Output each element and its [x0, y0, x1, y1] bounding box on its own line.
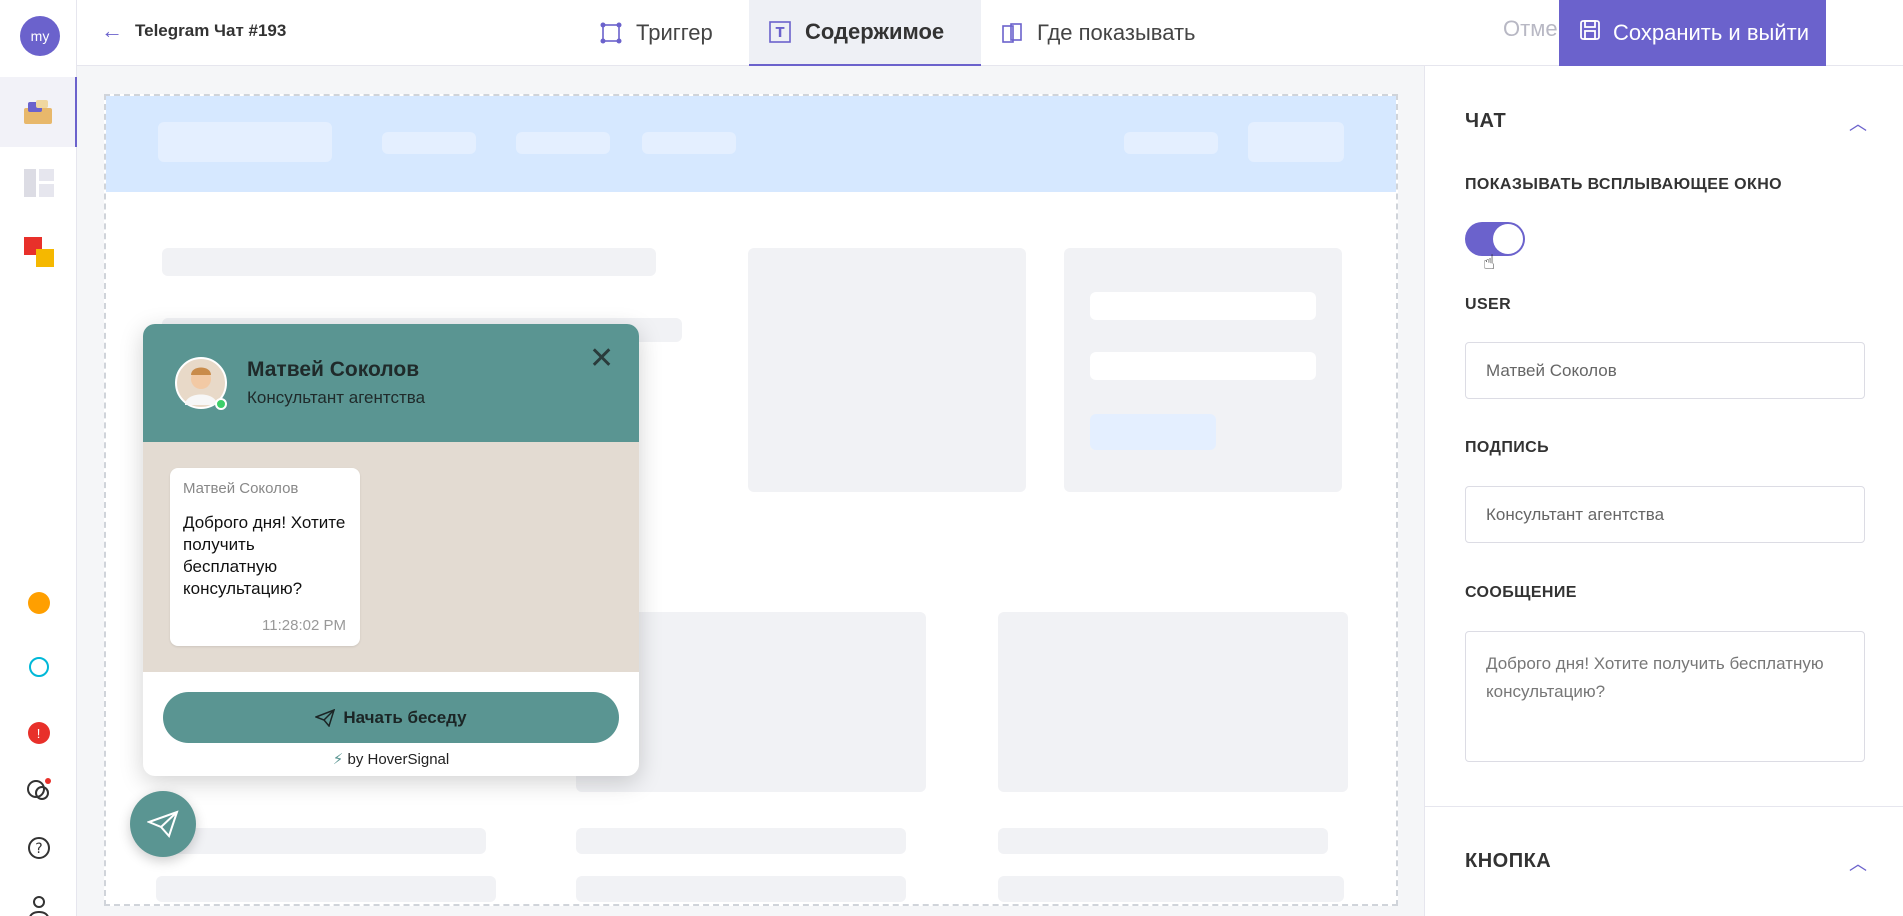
- status-dot-cyan-icon[interactable]: [0, 637, 77, 697]
- mock-card-field: [1090, 352, 1316, 380]
- mock-nav-item: [382, 132, 476, 154]
- mock-text-line: [998, 828, 1328, 854]
- save-icon: [1579, 19, 1601, 47]
- mock-text-line: [156, 876, 496, 902]
- chat-widget-body: Матвей Соколов Доброго дня! Хотите получ…: [143, 442, 639, 672]
- user-icon[interactable]: [0, 876, 77, 916]
- trigger-icon: [600, 22, 622, 44]
- mock-headline: [162, 248, 656, 276]
- mock-site-header: [106, 96, 1396, 192]
- user-label: USER: [1465, 296, 1512, 313]
- agent-name: Матвей Соколов: [247, 358, 420, 381]
- chat-widget-popup: Матвей Соколов Консультант агентства ✕ М…: [143, 324, 639, 776]
- text-icon: T: [769, 21, 791, 43]
- mock-nav-item: [1124, 132, 1218, 154]
- templates-icon[interactable]: [0, 153, 77, 213]
- tab-content[interactable]: T Содержимое: [749, 0, 981, 66]
- message-textarea[interactable]: Доброго дня! Хотите получить бесплатную …: [1465, 631, 1865, 762]
- message-time: 11:28:02 PM: [262, 617, 346, 634]
- widgets-icon: [23, 100, 52, 124]
- tab-where-to-show[interactable]: Где показывать: [981, 0, 1216, 66]
- mock-header-button: [1248, 122, 1344, 162]
- page-title: Telegram Чат #193: [135, 21, 287, 40]
- account-avatar[interactable]: my: [20, 16, 60, 56]
- online-status-icon: [215, 398, 227, 410]
- svg-text:?: ?: [35, 841, 42, 857]
- mock-card-field: [1090, 292, 1316, 320]
- chat-section-title: ЧАТ: [1465, 110, 1507, 132]
- mock-logo: [158, 122, 332, 162]
- back-link[interactable]: ← Telegram Чат #193: [101, 18, 286, 44]
- mock-card-button: [1090, 414, 1216, 450]
- mock-nav-item: [642, 132, 736, 154]
- mock-text-line: [576, 828, 906, 854]
- pages-icon: [1001, 22, 1023, 44]
- save-and-exit-button[interactable]: Сохранить и выйти: [1559, 0, 1826, 66]
- mock-nav-item: [516, 132, 610, 154]
- mock-card: [748, 248, 1026, 492]
- alert-icon[interactable]: !: [0, 703, 77, 763]
- button-section-title: КНОПКА: [1465, 850, 1552, 872]
- powered-by[interactable]: ⚡ by HoverSignal: [143, 750, 639, 768]
- section-divider: [1425, 806, 1903, 807]
- close-icon[interactable]: ✕: [589, 344, 614, 374]
- tab-content-label: Содержимое: [805, 19, 945, 44]
- toggle-knob: [1493, 224, 1523, 254]
- signature-label: ПОДПИСЬ: [1465, 439, 1549, 456]
- mock-block: [998, 612, 1348, 792]
- help-icon[interactable]: ?: [0, 818, 77, 878]
- telegram-send-icon: [315, 708, 336, 727]
- chevron-up-icon[interactable]: ︿: [1849, 110, 1867, 136]
- powered-by-label: by HoverSignal: [347, 751, 450, 768]
- message-text: Доброго дня! Хотите получить бесплатную …: [183, 513, 346, 598]
- show-popup-label: ПОКАЗЫВАТЬ ВСПЛЫВАЮЩЕЕ ОКНО: [1465, 176, 1782, 193]
- mock-text-line: [998, 876, 1344, 902]
- telegram-send-icon: [147, 810, 179, 838]
- mock-text-line: [576, 876, 906, 902]
- settings-panel: ЧАТ ︿ ПОКАЗЫВАТЬ ВСПЛЫВАЮЩЕЕ ОКНО ☝ USER…: [1424, 66, 1903, 916]
- back-arrow-icon: ←: [101, 18, 123, 43]
- tab-where-label: Где показывать: [1037, 20, 1196, 45]
- svg-text:T: T: [776, 26, 785, 41]
- status-dot-orange-icon[interactable]: [0, 573, 77, 633]
- message-bubble: Матвей Соколов Доброго дня! Хотите получ…: [170, 468, 360, 646]
- user-input[interactable]: Матвей Соколов: [1465, 342, 1865, 399]
- message-author: Матвей Соколов: [183, 480, 299, 497]
- app-icon-active[interactable]: [0, 77, 77, 147]
- tab-trigger[interactable]: Триггер: [580, 0, 733, 66]
- hand-cursor-icon: ☝: [1483, 252, 1496, 274]
- left-rail: my ! ?: [0, 0, 77, 916]
- hoversignal-bolt-icon: ⚡: [332, 751, 344, 768]
- chat-launcher-button[interactable]: [130, 791, 196, 857]
- tab-trigger-label: Триггер: [636, 20, 713, 45]
- agent-subtitle: Консультант агентства: [247, 388, 426, 407]
- chat-widget-header: Матвей Соколов Консультант агентства ✕: [143, 324, 639, 442]
- brand-icon[interactable]: [0, 222, 77, 282]
- chevron-up-icon[interactable]: ︿: [1849, 850, 1867, 876]
- message-label: СООБЩЕНИЕ: [1465, 584, 1577, 601]
- signature-input[interactable]: Консультант агентства: [1465, 486, 1865, 543]
- start-chat-label: Начать беседу: [343, 707, 467, 727]
- chat-icon[interactable]: [0, 760, 77, 820]
- start-chat-button[interactable]: Начать беседу: [163, 692, 619, 743]
- save-label: Сохранить и выйти: [1613, 20, 1809, 45]
- mock-text-line: [156, 828, 486, 854]
